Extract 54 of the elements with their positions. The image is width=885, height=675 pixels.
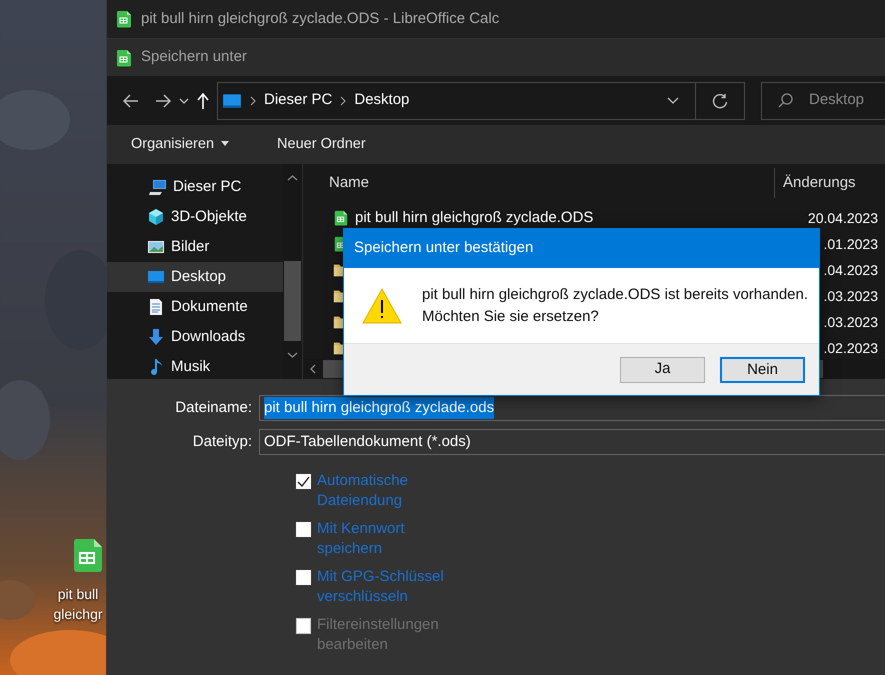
picture-icon [147, 238, 165, 256]
nav-item[interactable]: Downloads [107, 322, 283, 352]
file-date: .03.2023 [822, 312, 878, 332]
checkbox[interactable] [296, 522, 311, 537]
nav-item[interactable]: Dokumente [107, 292, 283, 322]
toolbar-button[interactable]: Neuer Ordner [277, 134, 366, 156]
file-date: .01.2023 [822, 234, 878, 254]
checkbox[interactable] [296, 474, 311, 489]
nav-item[interactable]: Dieser PC [107, 172, 283, 202]
file-date: .02.2023 [822, 338, 878, 358]
dropdown-icon[interactable] [667, 96, 679, 104]
file-date: .04.2023 [822, 260, 878, 280]
breadcrumb-item[interactable]: Desktop [354, 89, 410, 112]
dialog-button[interactable]: Ja [620, 356, 705, 382]
dialog-message: pit bull hirn gleichgroß zyclade.ODS ist bereits vorhanden. Möchten Sie sie ersetzen? [422, 284, 808, 326]
search-field[interactable]: Desktop [761, 82, 885, 120]
chevron-icon [340, 96, 346, 106]
chevron-icon [250, 96, 256, 106]
download-icon [147, 328, 165, 346]
file-date: .03.2023 [822, 286, 878, 306]
file-date: 20.04.2023 [806, 208, 878, 228]
address-bar[interactable]: Dieser PC Desktop [217, 82, 745, 120]
cube-icon [147, 208, 165, 226]
dialog-title: Speichern unter bestätigen [354, 238, 534, 258]
chevron-down-icon [179, 98, 189, 104]
spreadsheet-icon [115, 9, 133, 29]
file-name[interactable]: pit bull hirn gleichgroß zyclade.ODS [355, 206, 594, 230]
nav-item[interactable]: Desktop [107, 262, 283, 292]
warning-icon [362, 288, 402, 324]
search-icon [778, 93, 793, 108]
nav-item[interactable]: Bilder [107, 232, 283, 262]
dialog-title: Speichern unter [141, 47, 247, 68]
field-label: Dateityp: [192, 432, 253, 452]
up-button[interactable] [197, 90, 209, 110]
column-header[interactable]: Änderungs [775, 172, 856, 194]
column-header[interactable]: Name [303, 172, 774, 194]
field-label: Dateiname: [174, 398, 253, 418]
desktop-icon-label: gleichgr [52, 605, 104, 624]
filetype-dropdown[interactable]: ODF-Tabellendokument (*.ods) [259, 429, 885, 455]
checkbox[interactable] [296, 570, 311, 585]
desktop-icon [147, 268, 165, 286]
toolbar-button[interactable]: Organisieren [131, 134, 230, 156]
caret-icon [221, 141, 230, 146]
window-title: pit bull hirn gleichgroß zyclade.ODS - LibreOffice Calc [141, 8, 500, 29]
desktop-icon-label: pit bull [56, 585, 100, 604]
spreadsheet-icon [333, 209, 349, 227]
breadcrumb-item[interactable]: Dieser PC [264, 89, 332, 112]
dialog-button[interactable]: Nein [720, 356, 805, 382]
computer-icon [149, 178, 167, 196]
nav-item[interactable]: Musik [107, 352, 283, 382]
document-icon [147, 298, 165, 316]
nav-item[interactable]: 3D-Objekte [107, 202, 283, 232]
spreadsheet-icon [115, 48, 133, 68]
refresh-icon[interactable] [712, 92, 728, 108]
